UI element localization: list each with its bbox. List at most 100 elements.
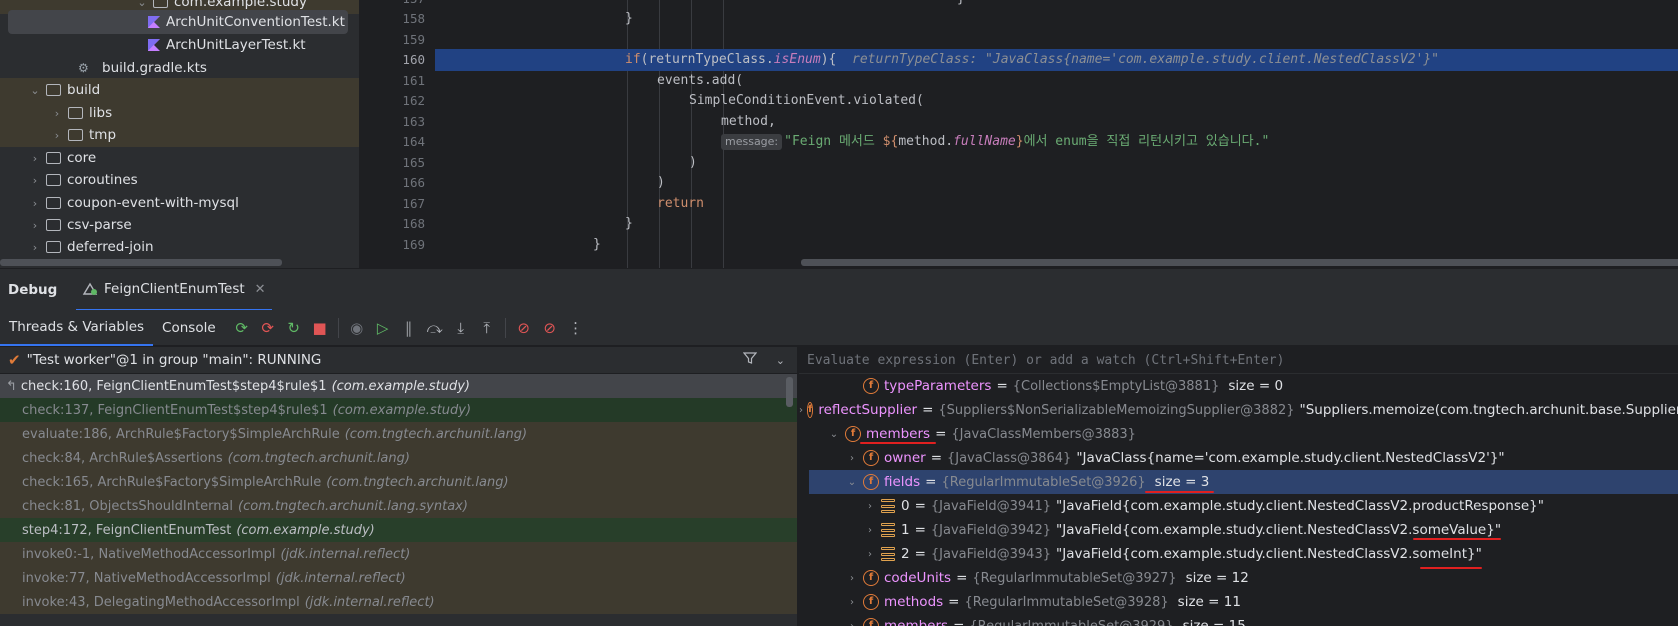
code-line[interactable]: ) [435, 152, 1678, 174]
variable-row[interactable]: › f methods = {RegularImmutableSet@3928} size… [799, 590, 1678, 614]
code-line[interactable]: } [435, 234, 1678, 256]
editor-horizontal-scrollbar[interactable] [801, 259, 1678, 266]
chevron-right-icon[interactable]: › [845, 621, 859, 626]
tree-item[interactable]: › deferred-join [0, 235, 359, 259]
resume-icon[interactable]: ▷ [370, 315, 396, 341]
filter-icon[interactable] [742, 351, 758, 369]
variable-row[interactable]: › 1 = {JavaField@3942} "JavaField{com.exampl… [799, 518, 1678, 542]
chevron-right-icon[interactable]: › [50, 107, 64, 120]
tree-item[interactable]: ⚙ build.gradle.kts [0, 56, 359, 80]
code-line[interactable] [435, 29, 1678, 51]
chevron-right-icon[interactable]: › [799, 405, 803, 416]
chevron-right-icon[interactable]: › [863, 501, 877, 512]
code-line[interactable]: return [435, 193, 1678, 215]
annotation-underline [1145, 491, 1214, 493]
chevron-down-icon[interactable]: ⌄ [827, 429, 841, 440]
line-number-gutter[interactable]: 157 158 159 160 161 162 163 164 165 166 167 168 169 [361, 0, 435, 268]
variable-row[interactable]: ⌄ f fields = {RegularImmutableSet@3926} size … [809, 470, 1678, 494]
tree-item-label: coroutines [67, 172, 138, 188]
tree-item[interactable]: › libs [0, 101, 359, 125]
variable-row[interactable]: › f reflectSupplier = {Suppliers$NonSerializ… [799, 398, 1678, 422]
array-element-icon [881, 547, 895, 561]
tree-item[interactable]: ArchUnitConventionTest.kt [8, 10, 348, 34]
tree-item-label: build [67, 82, 101, 98]
tree-item[interactable]: › coupon-event-with-mysql [0, 191, 359, 215]
variable-row[interactable]: › f owner = {JavaClass@3864} "JavaClass{name=… [799, 446, 1678, 470]
stack-frame[interactable]: check:137, FeignClientEnumTest$step4$rul… [0, 398, 797, 422]
pause-icon[interactable]: ‖ [396, 315, 422, 341]
stack-frame[interactable]: invoke:43, DelegatingMethodAccessorImpl(… [0, 590, 797, 614]
variable-row[interactable]: f typeParameters = {Collections$EmptyList@3… [799, 374, 1678, 398]
stack-frame[interactable]: evaluate:186, ArchRule$Factory$SimpleArc… [0, 422, 797, 446]
debug-session-tab[interactable]: FeignClientEnumTest ✕ [76, 269, 272, 311]
tree-horizontal-scrollbar[interactable] [0, 259, 282, 266]
variable-row[interactable]: › f codeUnits = {RegularImmutableSet@3927} si… [799, 566, 1678, 590]
chevron-right-icon[interactable]: › [50, 129, 64, 142]
line-number: 167 [402, 196, 425, 211]
stack-frame[interactable]: check:81, ObjectsShouldInternal (com.tngt… [0, 494, 797, 518]
code-editor[interactable]: 157158159160161162163164165166167168169 … [361, 0, 1678, 268]
chevron-right-icon[interactable]: › [845, 453, 859, 464]
chevron-right-icon[interactable]: › [28, 174, 42, 187]
gradle-icon: ⚙ [78, 61, 89, 75]
step-over-icon[interactable]: ⤼ [422, 315, 448, 341]
variable-row[interactable]: › f members = {RegularImmutableSet@3929} size… [799, 614, 1678, 626]
chevron-right-icon[interactable]: › [28, 197, 42, 210]
stack-frame[interactable]: step4:172, FeignClientEnumTest (com.examp… [0, 518, 797, 542]
chevron-right-icon[interactable]: › [28, 152, 42, 165]
chevron-right-icon[interactable]: › [863, 525, 877, 536]
frames-scrollbar[interactable] [786, 377, 793, 407]
code-line[interactable]: message: "Feign 메서드 ${method.fullName}에서 … [435, 131, 1678, 153]
chevron-down-icon[interactable]: ⌄ [776, 354, 785, 367]
project-tree[interactable]: ⌄ com.example.study ArchUnitConventionTest… [0, 0, 360, 268]
chevron-down-icon[interactable]: ⌄ [28, 84, 42, 97]
kotlin-file-icon [148, 16, 160, 28]
tab-console[interactable]: Console [153, 310, 225, 346]
rerun-failed-icon[interactable]: ⟳ [255, 315, 281, 341]
restart-icon[interactable]: ↻ [281, 315, 307, 341]
code-line[interactable]: method, [435, 111, 1678, 133]
mute-breakpoints-icon[interactable]: ◉ [344, 315, 370, 341]
step-out-icon[interactable]: ⤒ [474, 315, 500, 341]
stack-frame[interactable]: ↰ check:160, FeignClientEnumTest$step4$ru… [0, 374, 797, 398]
stack-frame[interactable]: invoke:77, NativeMethodAccessorImpl (jdk.… [0, 566, 797, 590]
chevron-right-icon[interactable]: › [863, 549, 877, 560]
tree-item[interactable]: › csv-parse [0, 213, 359, 237]
variable-name: 1 [901, 522, 910, 538]
tree-item[interactable]: ⌄ build [0, 78, 359, 102]
variable-row[interactable]: ⌄ f members = {JavaClassMembers@3883} [799, 422, 1678, 446]
code-line[interactable]: ) [435, 172, 1678, 194]
tree-item[interactable]: › tmp [0, 123, 359, 147]
chevron-right-icon[interactable]: › [28, 219, 42, 232]
tree-item[interactable]: › coroutines [0, 168, 359, 192]
chevron-right-icon[interactable]: › [28, 241, 42, 254]
thread-selector[interactable]: ✔ "Test worker"@1 in group "main": RUNNI… [0, 347, 797, 374]
chevron-down-icon[interactable]: ⌄ [845, 477, 859, 488]
more-icon[interactable]: ⋮ [563, 315, 589, 341]
code-line[interactable]: SimpleConditionEvent.violated( [435, 90, 1678, 112]
step-into-icon[interactable]: ⤓ [448, 315, 474, 341]
code-line[interactable]: } [435, 213, 1678, 235]
tab-threads-variables[interactable]: Threads & Variables [0, 310, 154, 346]
close-tab-icon[interactable]: ✕ [255, 282, 266, 297]
rerun-icon[interactable]: ⟳ [229, 315, 255, 341]
chevron-right-icon[interactable]: › [845, 597, 859, 608]
code-line[interactable]: } [435, 8, 1678, 30]
variable-row[interactable]: › 2 = {JavaField@3943} "JavaField{com.exampl… [799, 542, 1678, 569]
stack-frame[interactable]: invoke0:-1, NativeMethodAccessorImpl (jdk… [0, 542, 797, 566]
mute-icon[interactable]: ⊘ [537, 315, 563, 341]
tree-item[interactable]: ArchUnitLayerTest.kt [0, 33, 359, 57]
evaluate-expression-input[interactable]: Evaluate expression (Enter) or add a wat… [799, 347, 1678, 374]
stop-icon[interactable]: ■ [307, 315, 333, 341]
variable-row[interactable]: › 0 = {JavaField@3941} "JavaField{com.exampl… [799, 494, 1678, 518]
line-number: 164 [402, 134, 425, 149]
tree-item[interactable]: › core [0, 146, 359, 170]
stack-frame[interactable]: check:165, ArchRule$Factory$SimpleArchRu… [0, 470, 797, 494]
current-execution-line[interactable]: if(returnTypeClass.isEnum){ returnTypeCl… [435, 49, 1678, 71]
chevron-down-icon[interactable]: ⌄ [135, 0, 149, 9]
view-breakpoints-icon[interactable]: ⊘ [511, 315, 537, 341]
chevron-right-icon[interactable]: › [845, 573, 859, 584]
stack-frame[interactable]: check:84, ArchRule$Assertions (com.tngtec… [0, 446, 797, 470]
code-line[interactable]: events.add( [435, 70, 1678, 92]
field-icon: f [863, 450, 879, 466]
